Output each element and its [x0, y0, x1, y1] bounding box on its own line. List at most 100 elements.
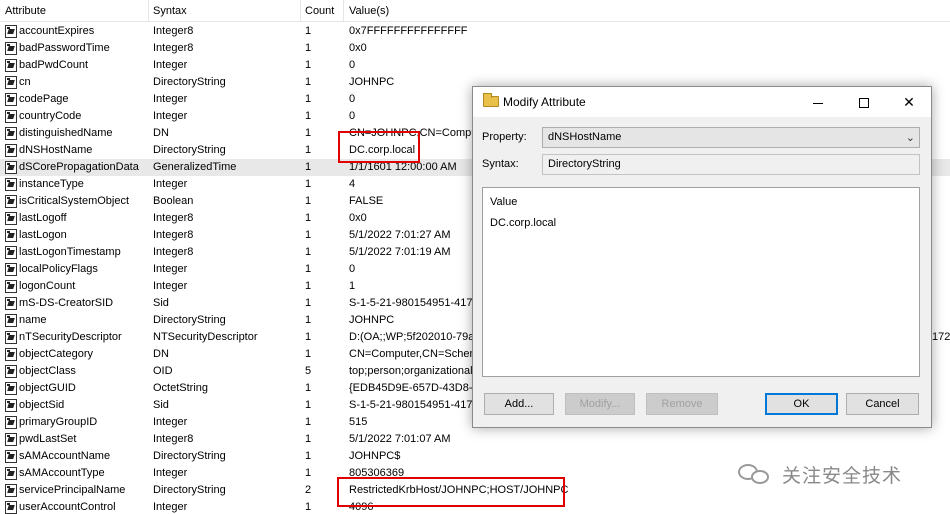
- attribute-name: objectGUID: [19, 382, 76, 394]
- column-header-syntax[interactable]: Syntax: [153, 5, 187, 17]
- attribute-icon: [5, 484, 17, 497]
- attribute-name: badPwdCount: [19, 59, 89, 71]
- modify-attribute-dialog: Modify Attribute ✕ Property: dNSHostName…: [472, 86, 932, 428]
- minimize-button[interactable]: [795, 87, 841, 117]
- attribute-value: top;person;organizational: [349, 365, 473, 377]
- property-dropdown[interactable]: dNSHostName ⌄: [542, 127, 920, 148]
- attribute-icon: [5, 195, 17, 208]
- attribute-name: accountExpires: [19, 25, 95, 37]
- attribute-count: 1: [305, 178, 312, 190]
- attribute-syntax: Integer: [153, 280, 188, 292]
- highlight-box-spn: [337, 477, 565, 507]
- attribute-value: S-1-5-21-980154951-4172: [349, 399, 479, 411]
- attribute-name: userAccountControl: [19, 501, 116, 513]
- attribute-syntax: DirectoryString: [153, 484, 226, 496]
- attribute-syntax: Integer8: [153, 42, 194, 54]
- attribute-syntax: Integer8: [153, 229, 194, 241]
- column-divider[interactable]: [148, 0, 149, 21]
- attribute-syntax: Sid: [153, 297, 169, 309]
- table-row[interactable]: badPwdCount Integer 1 0: [0, 57, 950, 74]
- attribute-name: dNSHostName: [19, 144, 93, 156]
- attribute-icon: [5, 467, 17, 480]
- attribute-count: 1: [305, 93, 312, 105]
- attribute-icon: [5, 161, 17, 174]
- minimize-icon: [813, 102, 823, 104]
- value-list-item[interactable]: DC.corp.local: [490, 217, 556, 229]
- attribute-name: objectClass: [19, 365, 76, 377]
- attribute-count: 1: [305, 399, 312, 411]
- attribute-value: 5/1/2022 7:01:19 AM: [349, 246, 451, 258]
- chevron-down-icon: ⌄: [905, 132, 915, 144]
- modify-button[interactable]: Modify...: [565, 393, 635, 415]
- attribute-value: 0x0: [349, 42, 367, 54]
- attribute-name: name: [19, 314, 47, 326]
- attribute-count: 1: [305, 263, 312, 275]
- attribute-value: JOHNPC: [349, 76, 395, 88]
- attribute-name: isCriticalSystemObject: [19, 195, 130, 207]
- attribute-value: 0: [349, 93, 356, 105]
- watermark-text: 关注安全技术: [782, 466, 903, 487]
- attribute-icon: [5, 433, 17, 446]
- attribute-value: 4: [349, 178, 356, 190]
- cancel-button[interactable]: Cancel: [846, 393, 919, 415]
- attribute-icon: [5, 399, 17, 412]
- attribute-count: 1: [305, 467, 312, 479]
- maximize-button[interactable]: [841, 87, 887, 117]
- attribute-syntax: DN: [153, 127, 169, 139]
- attribute-count: 1: [305, 144, 312, 156]
- attribute-icon: [5, 280, 17, 293]
- attribute-syntax: Integer8: [153, 433, 194, 445]
- column-header-values[interactable]: Value(s): [349, 5, 389, 17]
- attribute-value: 1: [349, 280, 356, 292]
- attribute-value: 0: [349, 263, 356, 275]
- property-value: dNSHostName: [548, 131, 622, 143]
- add-button[interactable]: Add...: [484, 393, 554, 415]
- attribute-count: 1: [305, 127, 312, 139]
- attribute-name: lastLogoff: [19, 212, 67, 224]
- table-row[interactable]: accountExpires Integer8 1 0x7FFFFFFFFFFFFFF…: [0, 23, 950, 40]
- highlight-box-dnshostname: [338, 131, 420, 163]
- attribute-count: 1: [305, 229, 312, 241]
- column-divider[interactable]: [300, 0, 301, 21]
- remove-button[interactable]: Remove: [646, 393, 718, 415]
- attribute-count: 1: [305, 314, 312, 326]
- values-listbox[interactable]: Value DC.corp.local: [482, 187, 920, 377]
- attribute-count: 1: [305, 195, 312, 207]
- attribute-icon: [5, 246, 17, 259]
- column-header-attribute[interactable]: Attribute: [5, 5, 46, 17]
- table-row[interactable]: pwdLastSet Integer8 1 5/1/2022 7:01:07 AM: [0, 431, 950, 448]
- attribute-name: sAMAccountName: [19, 450, 111, 462]
- attribute-name: sAMAccountType: [19, 467, 105, 479]
- attribute-syntax: DirectoryString: [153, 314, 226, 326]
- attribute-name: pwdLastSet: [19, 433, 77, 445]
- dialog-titlebar[interactable]: Modify Attribute ✕: [473, 87, 931, 117]
- attribute-count: 1: [305, 348, 312, 360]
- wechat-icon: [738, 462, 772, 484]
- attribute-syntax: Integer: [153, 178, 188, 190]
- values-column-header[interactable]: Value: [490, 196, 517, 208]
- column-header-count[interactable]: Count: [305, 5, 334, 17]
- attribute-syntax: GeneralizedTime: [153, 161, 237, 173]
- attribute-count: 1: [305, 416, 312, 428]
- attribute-count: 1: [305, 59, 312, 71]
- ok-button[interactable]: OK: [765, 393, 838, 415]
- attribute-count: 1: [305, 110, 312, 122]
- attribute-icon: [5, 331, 17, 344]
- attribute-syntax: Integer: [153, 416, 188, 428]
- attribute-icon: [5, 263, 17, 276]
- attribute-syntax: DirectoryString: [153, 76, 226, 88]
- attribute-icon: [5, 348, 17, 361]
- attribute-syntax: NTSecurityDescriptor: [153, 331, 258, 343]
- attribute-syntax: Integer: [153, 263, 188, 275]
- attribute-name: primaryGroupID: [19, 416, 98, 428]
- attribute-count: 1: [305, 501, 312, 513]
- attribute-count: 1: [305, 212, 312, 224]
- column-divider[interactable]: [343, 0, 344, 21]
- attribute-icon: [5, 93, 17, 106]
- attribute-count: 1: [305, 76, 312, 88]
- table-row[interactable]: badPasswordTime Integer8 1 0x0: [0, 40, 950, 57]
- close-button[interactable]: ✕: [886, 87, 932, 117]
- attribute-name: nTSecurityDescriptor: [19, 331, 122, 343]
- attribute-name: objectCategory: [19, 348, 93, 360]
- attribute-icon: [5, 76, 17, 89]
